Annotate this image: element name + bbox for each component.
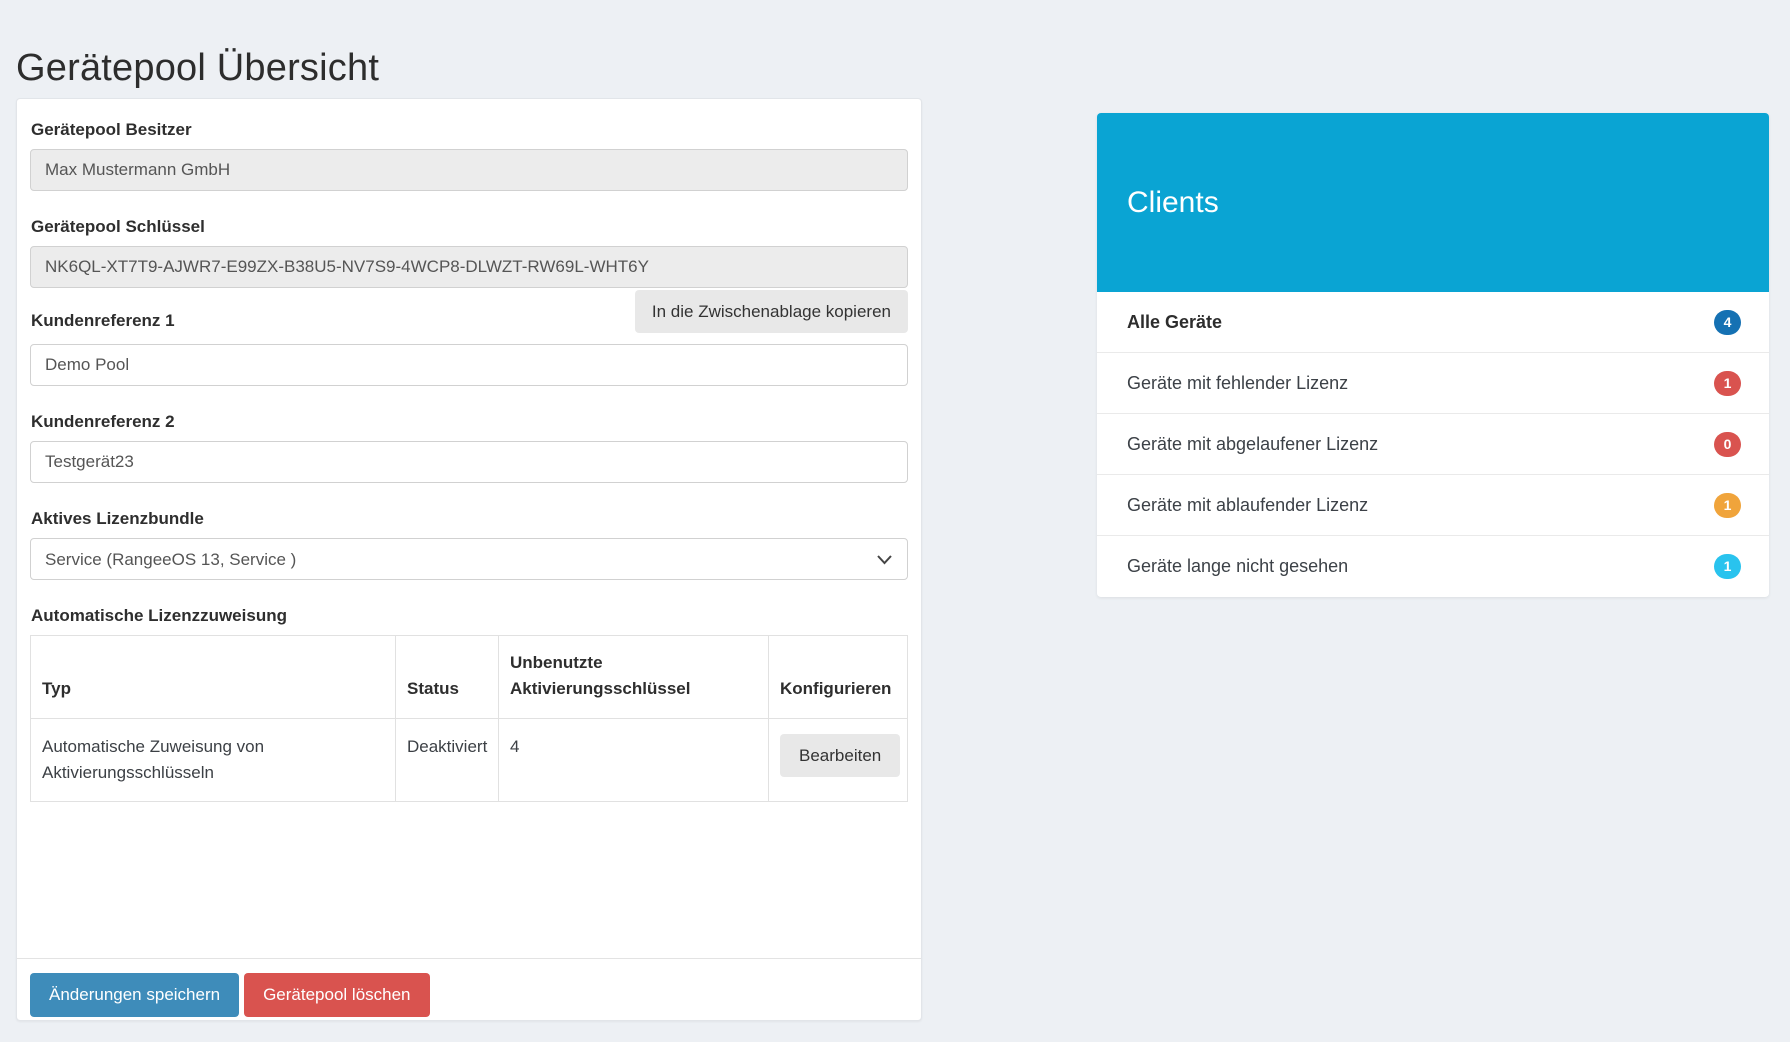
client-filter-label: Alle Geräte [1127, 312, 1222, 333]
cell-typ: Automatische Zuweisung von Aktivierungss… [31, 719, 396, 802]
clients-title: Clients [1127, 186, 1219, 220]
ref2-field-group: Kundenreferenz 2 [30, 412, 908, 483]
ref2-label: Kundenreferenz 2 [31, 412, 908, 432]
ref1-label: Kundenreferenz 1 [31, 311, 175, 331]
ref1-field-group [30, 344, 908, 386]
ref1-input[interactable] [30, 344, 908, 386]
auto-license-section: Automatische Lizenzzuweisung Typ Status … [30, 606, 908, 802]
auto-license-table: Typ Status Unbenutzte Aktivierungsschlüs… [30, 635, 908, 802]
copy-to-clipboard-button[interactable]: In die Zwischenablage kopieren [635, 290, 908, 333]
bundle-field-group: Aktives Lizenzbundle Service (RangeeOS 1… [30, 509, 908, 580]
key-label: Gerätepool Schlüssel [31, 217, 908, 237]
delete-pool-button[interactable]: Gerätepool löschen [244, 973, 429, 1017]
count-badge: 1 [1714, 554, 1741, 579]
client-filter-label: Geräte mit abgelaufener Lizenz [1127, 434, 1378, 455]
save-changes-button[interactable]: Änderungen speichern [30, 973, 239, 1017]
client-filter-label: Geräte mit ablaufender Lizenz [1127, 495, 1368, 516]
count-badge: 0 [1714, 432, 1741, 457]
bundle-label: Aktives Lizenzbundle [31, 509, 908, 529]
owner-label: Gerätepool Besitzer [31, 120, 908, 140]
key-field-group: Gerätepool Schlüssel [30, 217, 908, 288]
table-header-typ: Typ [31, 636, 396, 719]
devicepool-form-card: Gerätepool Besitzer Gerätepool Schlüssel… [16, 98, 922, 1021]
table-row: Automatische Zuweisung von Aktivierungss… [31, 719, 908, 802]
client-filter-expired-license[interactable]: Geräte mit abgelaufener Lizenz 0 [1097, 413, 1769, 474]
auto-license-label: Automatische Lizenzzuweisung [31, 606, 908, 626]
client-filter-all-devices[interactable]: Alle Geräte 4 [1097, 292, 1769, 352]
card-footer: Änderungen speichern Gerätepool löschen [17, 958, 921, 1020]
client-filter-expiring-license[interactable]: Geräte mit ablaufender Lizenz 1 [1097, 474, 1769, 535]
cell-status: Deaktiviert [396, 719, 499, 802]
table-header-unused-keys: Unbenutzte Aktivierungsschlüssel [499, 636, 769, 719]
ref2-input[interactable] [30, 441, 908, 483]
cell-unused-keys: 4 [499, 719, 769, 802]
table-header-configure: Konfigurieren [769, 636, 908, 719]
table-header-status: Status [396, 636, 499, 719]
copy-row: Kundenreferenz 1 In die Zwischenablage k… [30, 290, 908, 333]
page-title: Gerätepool Übersicht [16, 47, 379, 90]
count-badge: 1 [1714, 371, 1741, 396]
cell-configure: Bearbeiten [769, 719, 908, 802]
license-bundle-select[interactable]: Service (RangeeOS 13, Service ) [30, 538, 908, 580]
owner-field-group: Gerätepool Besitzer [30, 120, 908, 191]
clients-header: Clients [1097, 113, 1769, 292]
clients-panel: Clients Alle Geräte 4 Geräte mit fehlend… [1097, 113, 1769, 597]
edit-button[interactable]: Bearbeiten [780, 734, 900, 777]
count-badge: 4 [1714, 310, 1741, 335]
key-input[interactable] [30, 246, 908, 288]
count-badge: 1 [1714, 493, 1741, 518]
owner-input[interactable] [30, 149, 908, 191]
client-filter-missing-license[interactable]: Geräte mit fehlender Lizenz 1 [1097, 352, 1769, 413]
client-filter-long-unseen[interactable]: Geräte lange nicht gesehen 1 [1097, 535, 1769, 596]
client-filter-label: Geräte mit fehlender Lizenz [1127, 373, 1348, 394]
client-filter-label: Geräte lange nicht gesehen [1127, 556, 1348, 577]
